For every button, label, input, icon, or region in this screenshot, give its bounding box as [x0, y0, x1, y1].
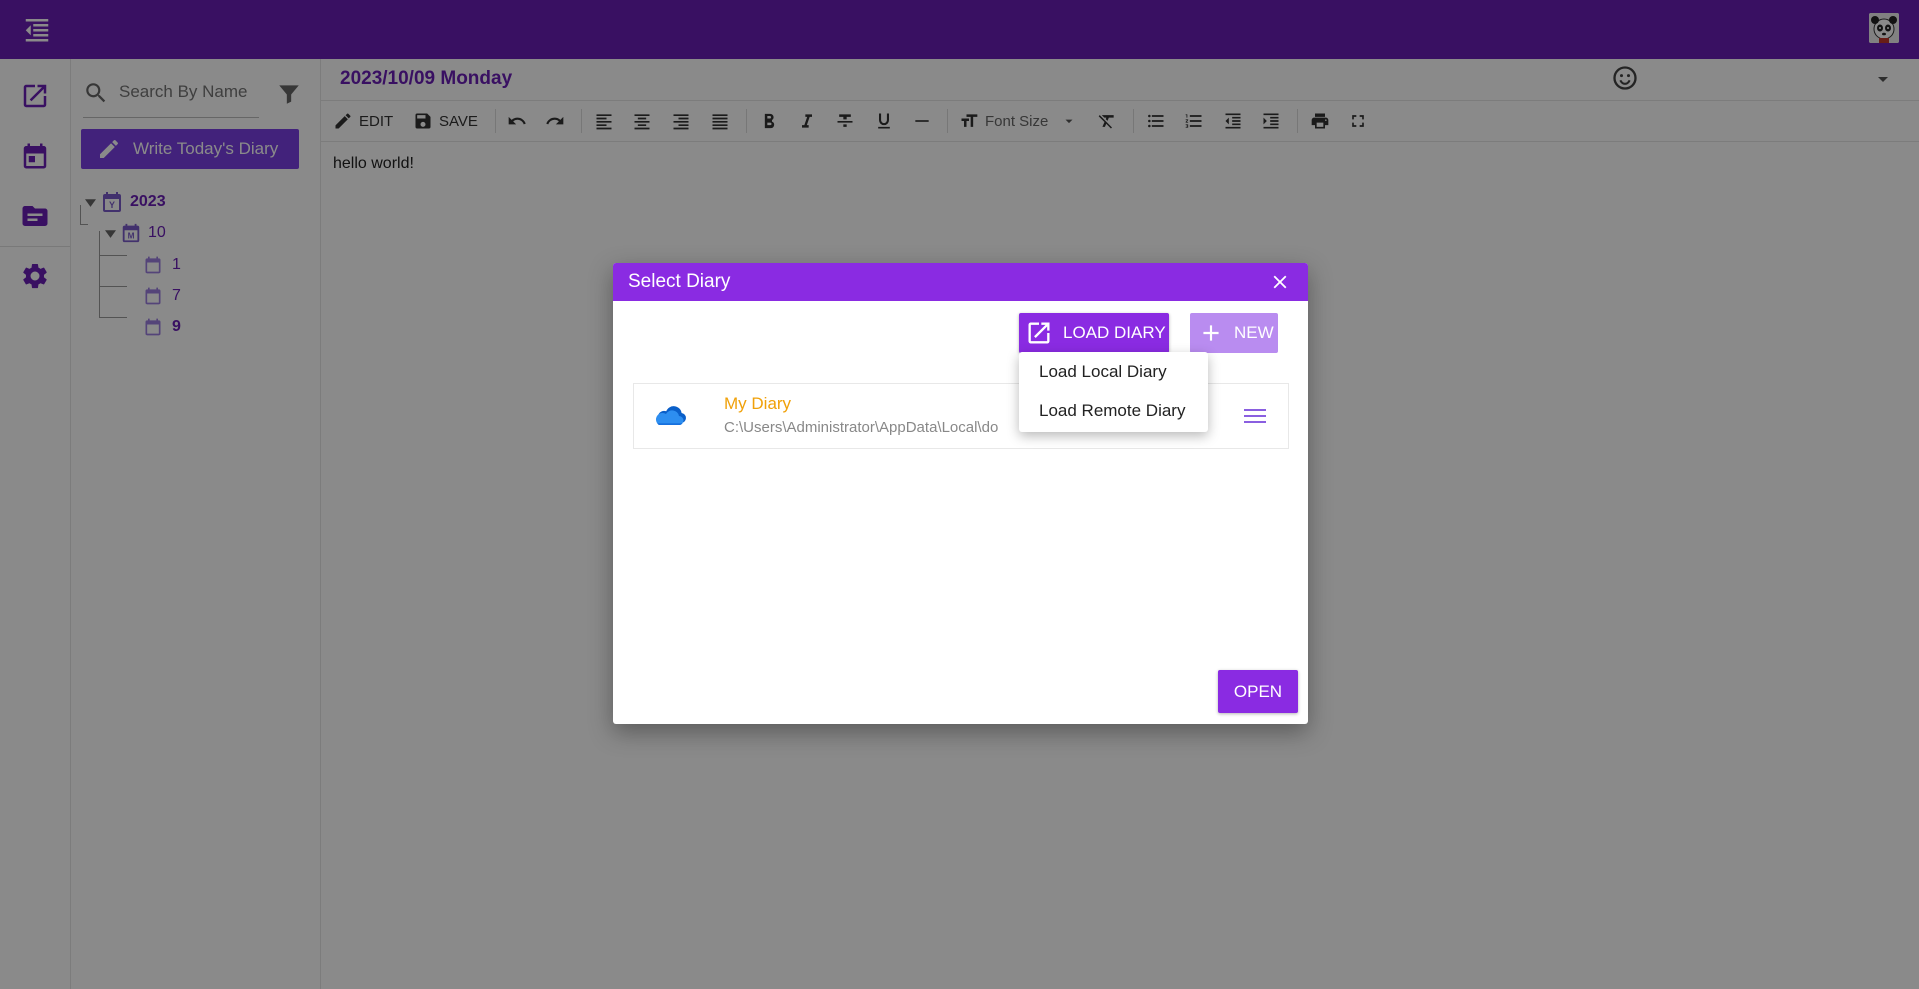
open-in-new-icon [1028, 322, 1050, 344]
new-diary-button[interactable]: NEW [1190, 313, 1278, 353]
load-diary-label: LOAD DIARY [1063, 323, 1166, 342]
diary-path: C:\Users\Administrator\AppData\Local\do [724, 419, 999, 436]
load-diary-menu: Load Local Diary Load Remote Diary [1019, 352, 1208, 432]
close-icon[interactable] [1269, 271, 1291, 293]
open-diary-button[interactable]: OPEN [1218, 670, 1298, 713]
select-diary-dialog: Select Diary LOAD DIARY NEW My Diary C:\… [613, 263, 1308, 724]
load-local-diary-item[interactable]: Load Local Diary [1039, 362, 1167, 382]
load-diary-button[interactable]: LOAD DIARY [1019, 313, 1169, 353]
plus-icon [1203, 325, 1219, 341]
cloud-icon [653, 401, 687, 429]
dialog-header: Select Diary [613, 263, 1308, 301]
dialog-title: Select Diary [628, 271, 731, 292]
diary-name: My Diary [724, 394, 792, 413]
load-remote-diary-item[interactable]: Load Remote Diary [1039, 401, 1185, 421]
new-diary-label: NEW [1234, 323, 1274, 342]
hamburger-menu-icon[interactable] [1242, 404, 1268, 428]
